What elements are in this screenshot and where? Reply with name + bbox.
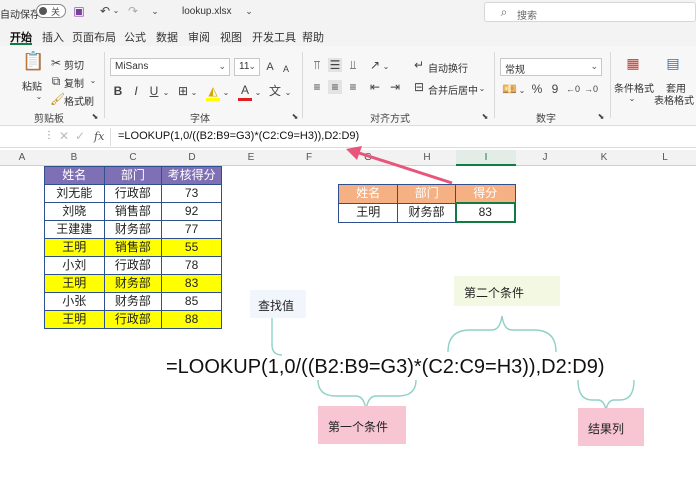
note-result-col: 结果列 [578,408,644,446]
brace-condition-2 [447,315,557,353]
note-condition-2: 第二个条件 [454,276,560,306]
note-result-col-text: 结果列 [588,422,625,436]
note-lookup-value-text: 查找值 [258,299,295,313]
brace-result-col [577,379,635,411]
note-lookup-value: 查找值 [250,290,306,318]
note-condition-1-text: 第一个条件 [328,420,389,434]
annotated-formula: =LOOKUP(1,0/((B2:B9=G3)*(C2:C9=H3)),D2:D… [166,356,605,378]
note-condition-2-text: 第二个条件 [464,286,525,300]
connector-lookup-value [271,318,283,356]
arrow-line [355,150,453,185]
note-condition-1: 第一个条件 [318,406,406,444]
